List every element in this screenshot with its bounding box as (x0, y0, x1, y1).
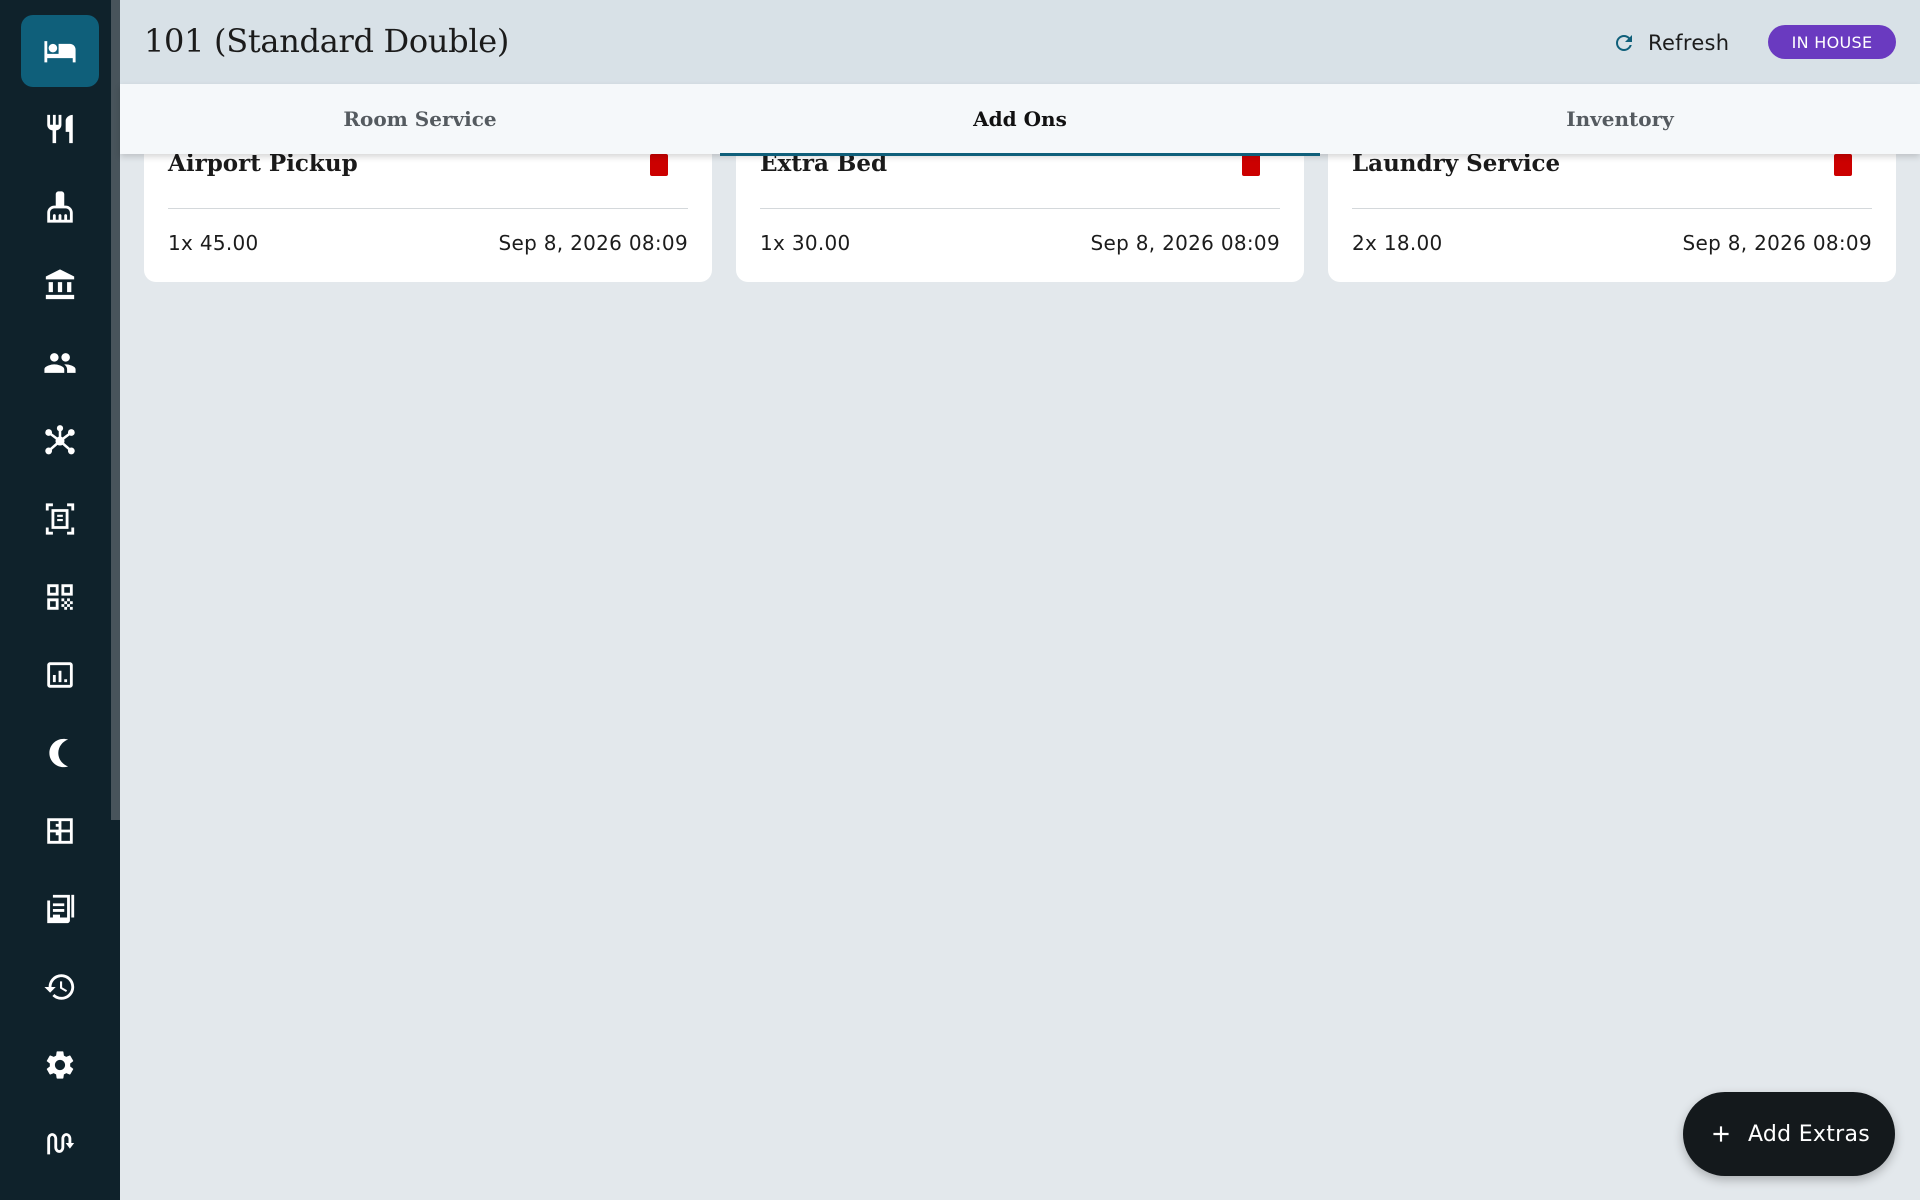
tab-inventory[interactable]: Inventory (1320, 84, 1920, 154)
main-content: 101 (Standard Double) Refresh IN HOUSE R… (120, 0, 1920, 1200)
add-extras-button[interactable]: Add Extras (1683, 1092, 1895, 1176)
report-chart-icon (47, 662, 73, 688)
addon-date: Sep 8, 2026 08:09 (1682, 231, 1872, 255)
card-divider (1352, 208, 1872, 209)
sidebar-item-guests[interactable] (21, 327, 99, 399)
document-scan-icon (45, 503, 75, 535)
sidebar-item-property[interactable] (21, 249, 99, 321)
plus-icon (1713, 1126, 1729, 1142)
sidebar-item-invoices[interactable] (21, 873, 99, 945)
restaurant-icon (47, 114, 73, 144)
people-icon (44, 353, 76, 373)
receipt-icon (47, 894, 75, 924)
qr-code-icon (47, 584, 73, 610)
sidebar-item-restaurant[interactable] (21, 93, 99, 165)
refresh-label: Refresh (1648, 31, 1730, 55)
tab-bar: Room Service Add Ons Inventory (120, 84, 1920, 156)
addon-quantity-price: 1x 45.00 (168, 231, 259, 255)
tab-room-service[interactable]: Room Service (120, 84, 720, 154)
addon-title: Laundry Service (1352, 150, 1561, 177)
floor-plan-icon (47, 818, 73, 844)
page-title: 101 (Standard Double) (144, 22, 510, 60)
sidebar-item-documents[interactable] (21, 483, 99, 555)
sidebar-item-logout[interactable] (21, 1107, 99, 1179)
sidebar (0, 0, 120, 1200)
history-icon (44, 974, 75, 1000)
card-divider (168, 208, 688, 209)
building-icon (45, 269, 75, 300)
addon-title: Airport Pickup (168, 150, 358, 177)
sidebar-scrollbar[interactable] (111, 0, 120, 820)
addon-date: Sep 8, 2026 08:09 (498, 231, 688, 255)
sidebar-item-qr[interactable] (21, 561, 99, 633)
sidebar-item-history[interactable] (21, 951, 99, 1023)
addon-date: Sep 8, 2026 08:09 (1090, 231, 1280, 255)
settings-icon (46, 1051, 74, 1079)
refresh-icon (1616, 35, 1632, 51)
cleaning-icon (47, 191, 73, 223)
logout-icon (47, 1133, 75, 1155)
addon-quantity-price: 1x 30.00 (760, 231, 851, 255)
tab-add-ons[interactable]: Add Ons (720, 84, 1320, 154)
sidebar-item-settings[interactable] (21, 1029, 99, 1101)
card-divider (760, 208, 1280, 209)
sidebar-item-reports[interactable] (21, 639, 99, 711)
active-tab-indicator (720, 153, 1320, 156)
network-icon (45, 425, 75, 455)
night-audit-icon (49, 738, 69, 768)
sidebar-item-housekeeping[interactable] (21, 171, 99, 243)
sidebar-item-floor-plan[interactable] (21, 795, 99, 867)
addon-quantity-price: 2x 18.00 (1352, 231, 1443, 255)
sidebar-item-network[interactable] (21, 405, 99, 477)
bed-icon (44, 41, 76, 63)
refresh-button[interactable]: Refresh (1612, 24, 1729, 62)
sidebar-item-rooms[interactable] (21, 15, 99, 87)
status-badge: IN HOUSE (1768, 25, 1896, 59)
sidebar-item-night-audit[interactable] (21, 717, 99, 789)
header: 101 (Standard Double) Refresh IN HOUSE (120, 0, 1920, 84)
add-extras-label: Add Extras (1747, 1121, 1871, 1147)
